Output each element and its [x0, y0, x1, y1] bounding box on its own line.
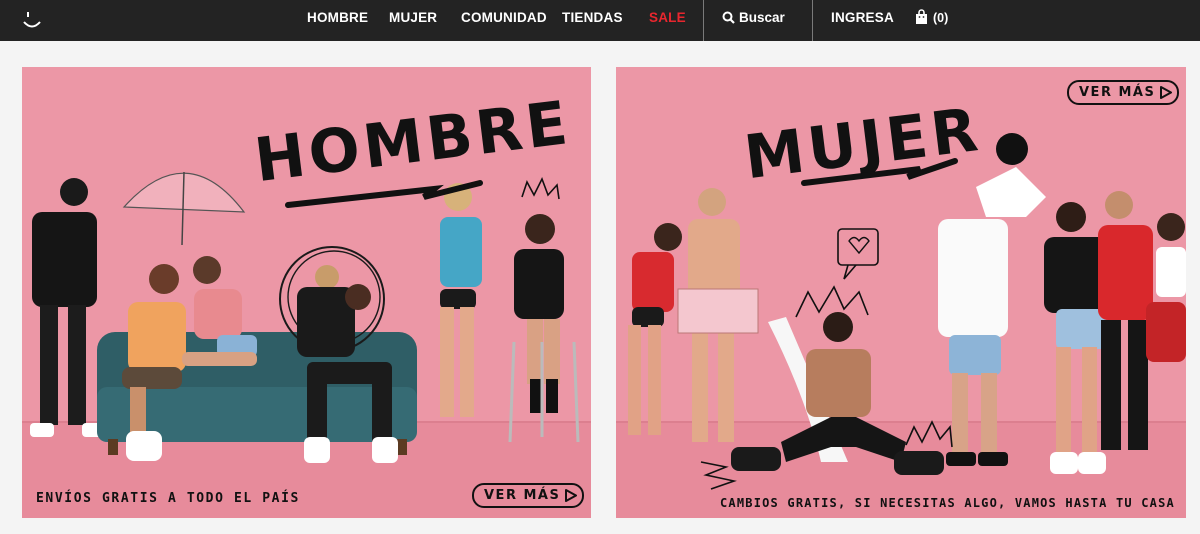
search-button[interactable]: Buscar: [722, 0, 785, 41]
nav-tiendas[interactable]: TIENDAS: [562, 0, 623, 41]
nav-divider: [703, 0, 704, 41]
play-arrow-icon: [1160, 86, 1173, 99]
men-banner-ver-mas-button[interactable]: VER MÁS: [472, 483, 585, 508]
login-link[interactable]: INGRESA: [831, 0, 894, 41]
nav-divider: [812, 0, 813, 41]
cta-label: VER MÁS: [1079, 85, 1156, 100]
nav-hombre[interactable]: HOMBRE: [307, 0, 368, 41]
cart-button[interactable]: (0): [915, 0, 948, 41]
search-label: Buscar: [739, 10, 785, 25]
shopping-bag-icon: [916, 9, 927, 24]
women-banner-footnote: CAMBIOS GRATIS, SI NECESITAS ALGO, VAMOS…: [720, 496, 1175, 510]
play-arrow-icon: [565, 489, 578, 502]
title-underline-stroke: [285, 180, 483, 208]
search-icon: [722, 11, 735, 24]
men-banner-footnote: ENVÍOS GRATIS A TODO EL PAÍS: [36, 491, 300, 506]
women-banner[interactable]: MUJER VER MÁS CAMBIOS GRATIS, SI NECESIT…: [616, 67, 1186, 518]
cart-count: (0): [933, 11, 949, 25]
nav-comunidad[interactable]: COMUNIDAD: [461, 0, 547, 41]
top-navigation-bar: HOMBRE MUJER COMUNIDAD TIENDAS SALE Busc…: [0, 0, 1200, 41]
women-banner-ver-mas-button[interactable]: VER MÁS: [1067, 80, 1180, 105]
smile-logo-icon[interactable]: [18, 7, 46, 33]
title-underline-stroke: [801, 158, 958, 186]
cta-label: VER MÁS: [484, 488, 561, 503]
nav-sale[interactable]: SALE: [649, 0, 686, 41]
men-banner[interactable]: HOMBRE ENVÍOS GRATIS A TODO EL PAÍS VER …: [22, 67, 591, 518]
nav-mujer[interactable]: MUJER: [389, 0, 437, 41]
